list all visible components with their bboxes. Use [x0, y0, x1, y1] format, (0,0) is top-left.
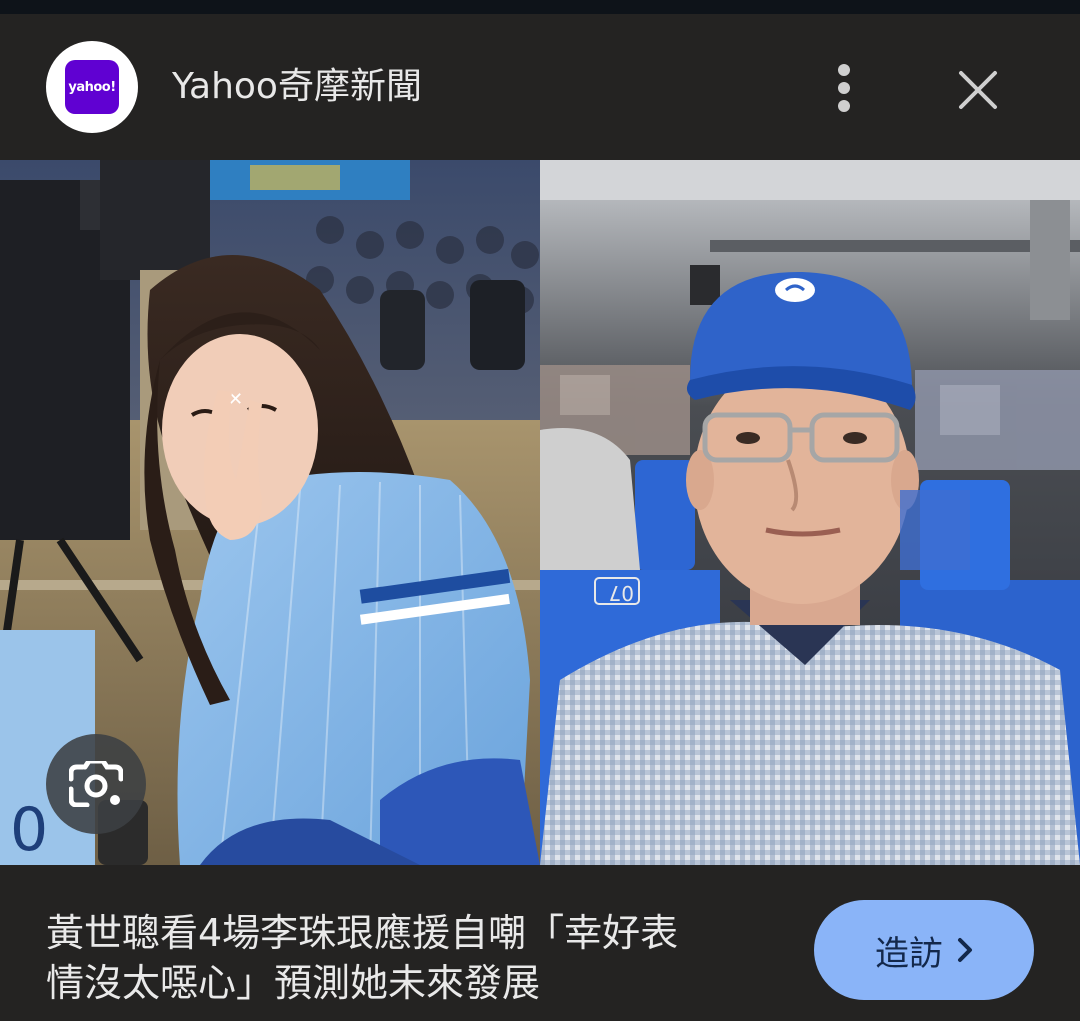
more-options-button[interactable] — [818, 58, 870, 118]
photo-man-blue-cap: 07 — [540, 160, 1080, 865]
source-logo: yahoo! — [46, 41, 138, 133]
headline-line-2: 情沒太噁心」預測她未來發展 — [46, 961, 541, 1005]
logo-text: yahoo! — [68, 79, 116, 95]
visit-button-label: 造訪 — [875, 933, 943, 974]
headline-line-1: 黃世聰看4場李珠珢應援自嘲「幸好表 — [46, 911, 679, 955]
google-lens-button[interactable] — [46, 734, 146, 834]
close-icon — [959, 71, 997, 109]
google-lens-icon — [69, 761, 123, 807]
card-header: yahoo! Yahoo奇摩新聞 — [0, 14, 1080, 160]
seat-number: 07 — [609, 581, 634, 605]
visit-button[interactable]: 造訪 — [814, 900, 1034, 1000]
status-strip — [0, 0, 1080, 14]
article-image[interactable]: ✕ 0 07 — [0, 160, 1080, 865]
svg-text:0: 0 — [10, 795, 48, 865]
close-button[interactable] — [948, 60, 1008, 120]
news-preview-card: yahoo! Yahoo奇摩新聞 ✕ 0 07 黃世聰看4場李珠珢應援自嘲「幸好… — [0, 14, 1080, 1021]
chevron-right-icon — [958, 938, 972, 962]
more-vertical-icon — [838, 64, 850, 112]
source-name: Yahoo奇摩新聞 — [172, 66, 422, 107]
yahoo-logo-icon: yahoo! — [65, 60, 119, 114]
article-headline[interactable]: 黃世聰看4場李珠珢應援自嘲「幸好表 情沒太噁心」預測她未來發展 — [46, 908, 786, 1008]
